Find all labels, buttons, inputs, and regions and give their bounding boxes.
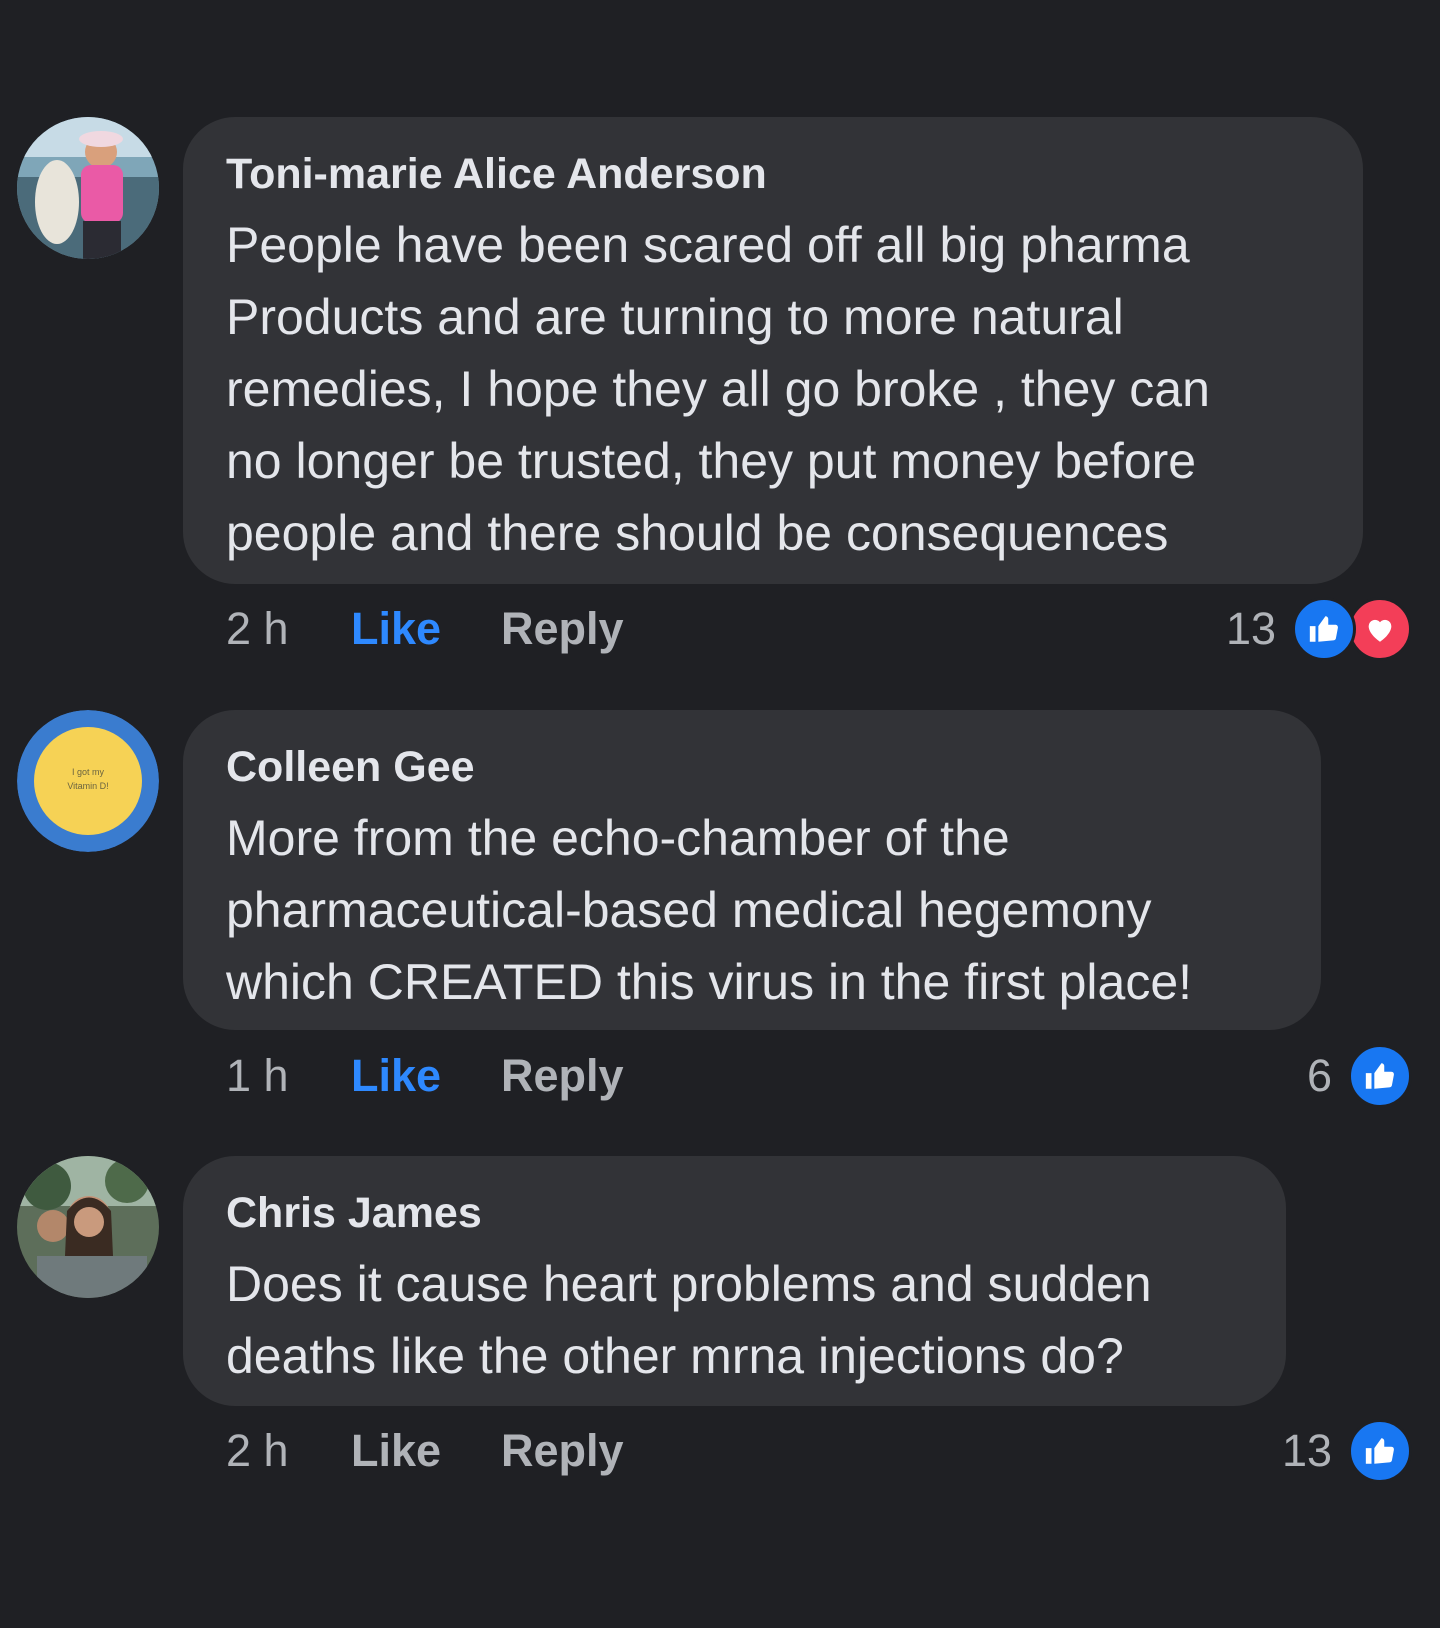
thumbs-up-icon [1292, 597, 1356, 661]
comment-text-line: people and there should be consequences [226, 505, 1169, 561]
avatar-badge: I got my Vitamin D! [17, 710, 159, 852]
avatar[interactable] [17, 117, 159, 259]
avatar-text: I got my [72, 767, 105, 777]
reaction-summary[interactable]: 13 [1225, 597, 1412, 661]
comment-author[interactable]: Chris James [226, 1186, 1246, 1240]
comment-timestamp[interactable]: 1 h [226, 1050, 351, 1102]
avatar-photo [17, 1156, 159, 1298]
reaction-count: 13 [1281, 1425, 1332, 1476]
like-button[interactable]: Like [351, 1425, 501, 1477]
like-button[interactable]: Like [351, 1050, 501, 1102]
comment-bubble: Toni-marie Alice Anderson People have be… [183, 117, 1363, 584]
reply-button[interactable]: Reply [501, 1050, 624, 1102]
comment-text-line: Does it cause heart problems and sudden [226, 1256, 1152, 1312]
comment-text: People have been scared off all big phar… [226, 209, 1323, 569]
reaction-count: 6 [1306, 1050, 1332, 1101]
comment-timestamp[interactable]: 2 h [226, 1425, 351, 1477]
reply-button[interactable]: Reply [501, 603, 624, 655]
comment-text-line: no longer be trusted, they put money bef… [226, 433, 1197, 489]
comment-author[interactable]: Toni-marie Alice Anderson [226, 147, 1323, 201]
avatar-text: Vitamin D! [67, 781, 108, 791]
comment-text-line: deaths like the other mrna injections do… [226, 1328, 1124, 1384]
thumbs-up-icon [1348, 1419, 1412, 1483]
avatar-photo [17, 117, 159, 259]
comment-actions: 2 h Like Reply [226, 1421, 624, 1481]
comment-thread: Toni-marie Alice Anderson People have be… [0, 0, 1440, 1628]
comment-text-line: pharmaceutical-based medical hegemony [226, 882, 1152, 938]
comment-actions: 2 h Like Reply [226, 599, 624, 659]
like-button[interactable]: Like [351, 603, 501, 655]
avatar[interactable] [17, 1156, 159, 1298]
comment-bubble: Colleen Gee More from the echo-chamber o… [183, 710, 1321, 1030]
reaction-summary[interactable]: 6 [1306, 1044, 1412, 1108]
comment-text-line: Products and are turning to more natural [226, 289, 1124, 345]
comment-text-line: People have been scared off all big phar… [226, 217, 1190, 273]
comment-text-line: More from the echo-chamber of the [226, 810, 1010, 866]
comment-text: Does it cause heart problems and sudden … [226, 1248, 1246, 1392]
reaction-summary[interactable]: 13 [1281, 1419, 1412, 1483]
comment-text-line: which CREATED this virus in the first pl… [226, 954, 1193, 1010]
reaction-count: 13 [1225, 603, 1276, 654]
comment-text: More from the echo-chamber of the pharma… [226, 802, 1281, 1018]
comment-timestamp[interactable]: 2 h [226, 603, 351, 655]
comment-text-line: remedies, I hope they all go broke , the… [226, 361, 1210, 417]
comment-bubble: Chris James Does it cause heart problems… [183, 1156, 1286, 1406]
heart-icon [1348, 597, 1412, 661]
reply-button[interactable]: Reply [501, 1425, 624, 1477]
comment-author[interactable]: Colleen Gee [226, 740, 1281, 794]
comment-actions: 1 h Like Reply [226, 1046, 624, 1106]
thumbs-up-icon [1348, 1044, 1412, 1108]
avatar[interactable]: I got my Vitamin D! [17, 710, 159, 852]
